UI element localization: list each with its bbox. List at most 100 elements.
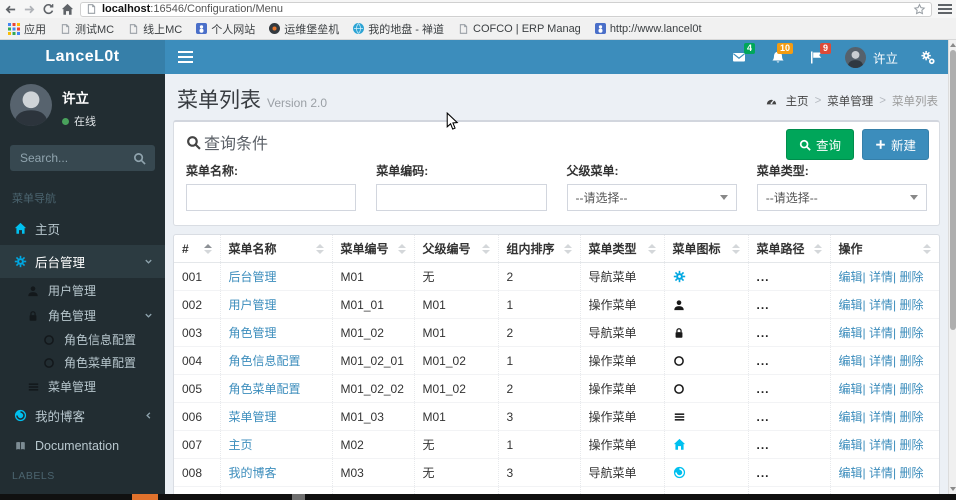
sidebar-item-menu-mgmt[interactable]: 菜单管理 [0, 374, 165, 399]
detail-link[interactable]: 详情 [869, 326, 893, 340]
bookmark-bastion[interactable]: 运维堡垒机 [269, 21, 339, 37]
detail-link[interactable]: 详情 [869, 270, 893, 284]
lock-icon [673, 327, 685, 339]
edit-link[interactable]: 编辑 [839, 382, 863, 396]
sidebar-item-role-mgmt[interactable]: 角色管理 [0, 303, 165, 328]
edit-link[interactable]: 编辑 [839, 354, 863, 368]
edit-link[interactable]: 编辑 [839, 410, 863, 424]
column-header[interactable]: 菜单编号 [331, 235, 414, 263]
sort-icon[interactable] [563, 243, 572, 254]
menu-name-link[interactable]: 主页 [229, 438, 253, 452]
home-toolbar-icon[interactable] [61, 3, 74, 16]
column-header[interactable]: 菜单图标 [663, 235, 748, 263]
sidebar-item-documentation[interactable]: Documentation [0, 432, 165, 460]
delete-link[interactable]: 删除 [899, 382, 923, 396]
sidebar-item-role-menu-config[interactable]: 角色菜单配置 [0, 351, 165, 374]
brand-logo[interactable]: LanceL0t [0, 40, 165, 74]
settings-menu[interactable] [908, 40, 948, 74]
create-button[interactable]: 新建 [861, 129, 929, 160]
sidebar-item-role-info-config[interactable]: 角色信息配置 [0, 328, 165, 351]
sort-icon[interactable] [397, 243, 406, 254]
messages-menu[interactable]: 4 [719, 40, 759, 74]
bookmark-personal-site[interactable]: 个人网站 [196, 21, 255, 37]
sort-icon[interactable] [203, 243, 212, 254]
delete-link[interactable]: 删除 [899, 270, 923, 284]
user-menu[interactable]: 许立 [835, 40, 908, 74]
search-button[interactable]: 查询 [785, 129, 854, 160]
edit-link[interactable]: 编辑 [839, 298, 863, 312]
detail-link[interactable]: 详情 [869, 466, 893, 480]
column-header[interactable]: 操作 [829, 235, 939, 263]
detail-link[interactable]: 详情 [869, 438, 893, 452]
edit-link[interactable]: 编辑 [839, 326, 863, 340]
delete-link[interactable]: 删除 [899, 438, 923, 452]
delete-link[interactable]: 删除 [899, 410, 923, 424]
tasks-menu[interactable]: 9 [797, 40, 835, 74]
column-header[interactable]: 父级编号 [413, 235, 498, 263]
bookmark-test-mc[interactable]: 测试MC [60, 21, 114, 37]
bookmark-star-icon[interactable] [913, 2, 926, 16]
delete-link[interactable]: 删除 [899, 326, 923, 340]
bookmark-label: 应用 [24, 23, 46, 36]
sidebar-item-user-mgmt[interactable]: 用户管理 [0, 278, 165, 303]
detail-link[interactable]: 详情 [869, 382, 893, 396]
cell-menu-type: 操作菜单 [579, 346, 664, 375]
sidebar-item-admin[interactable]: 后台管理 [0, 245, 165, 278]
sort-icon[interactable] [813, 243, 822, 254]
bookmark-online-mc[interactable]: 线上MC [128, 21, 182, 37]
delete-link[interactable]: 删除 [899, 466, 923, 480]
sidebar-item-my-blog[interactable]: 我的博客 [0, 399, 165, 432]
breadcrumb-home[interactable]: 主页 [786, 93, 809, 109]
sidebar-item-home[interactable]: 主页 [0, 212, 165, 245]
menu-name-link[interactable]: 用户管理 [229, 298, 277, 312]
menu-name-input[interactable] [186, 184, 357, 211]
edit-link[interactable]: 编辑 [839, 466, 863, 480]
forward-icon[interactable] [23, 3, 36, 16]
menu-name-link[interactable]: 角色信息配置 [229, 354, 301, 368]
column-header[interactable]: 菜单类型 [579, 235, 664, 263]
sort-icon[interactable] [731, 243, 740, 254]
detail-link[interactable]: 详情 [869, 354, 893, 368]
menu-name-link[interactable]: 我的博客 [229, 466, 277, 480]
search-input[interactable] [11, 151, 133, 165]
bookmark-zentao[interactable]: 我的地盘 - 禅道 [353, 21, 444, 37]
menu-name-link[interactable]: 角色菜单配置 [229, 382, 301, 396]
sort-icon[interactable] [481, 243, 490, 254]
address-bar[interactable]: localhost:16546/Configuration/Menu [80, 1, 932, 17]
menu-type-select[interactable]: --请选择-- [756, 184, 927, 211]
menu-code-input[interactable] [376, 184, 547, 211]
scroll-thumb[interactable] [950, 50, 956, 330]
search-icon[interactable] [133, 152, 154, 165]
sort-icon[interactable] [647, 243, 656, 254]
bookmark-apps[interactable]: 应用 [8, 21, 46, 37]
menu-name-link[interactable]: 后台管理 [229, 270, 277, 284]
parent-menu-select[interactable]: --请选择-- [566, 184, 737, 211]
refresh-icon[interactable] [42, 3, 55, 16]
sidebar-toggle-icon[interactable] [165, 40, 205, 74]
detail-link[interactable]: 详情 [869, 298, 893, 312]
back-icon[interactable] [4, 3, 17, 16]
delete-link[interactable]: 删除 [899, 298, 923, 312]
scroll-down-icon[interactable] [950, 487, 956, 491]
chrome-menu-icon[interactable] [938, 3, 952, 15]
page-scrollbar[interactable] [948, 40, 956, 494]
menu-name-link[interactable]: 菜单管理 [229, 410, 277, 424]
sort-icon[interactable] [923, 243, 931, 254]
scroll-up-icon[interactable] [950, 43, 956, 47]
column-header[interactable]: 菜单路径 [747, 235, 830, 263]
column-header[interactable]: # [174, 235, 220, 263]
detail-link[interactable]: 详情 [869, 410, 893, 424]
notifications-menu[interactable]: 10 [759, 40, 797, 74]
delete-link[interactable]: 删除 [899, 354, 923, 368]
menu-name-link[interactable]: 角色管理 [229, 326, 277, 340]
bookmark-lancel0t[interactable]: http://www.lancel0t [594, 23, 702, 35]
column-header[interactable]: 菜单名称 [219, 235, 332, 263]
edit-link[interactable]: 编辑 [839, 438, 863, 452]
bookmark-cofco-erp[interactable]: COFCO | ERP Manag [458, 23, 581, 35]
table-row: 004 角色信息配置 M01_02_01 M01_02 1 操作菜单... 编辑| 详情| … [174, 346, 939, 375]
sort-icon[interactable] [315, 243, 324, 254]
edit-link[interactable]: 编辑 [839, 270, 863, 284]
breadcrumb-menu-mgmt[interactable]: 菜单管理 [827, 93, 873, 109]
cell-menu-type: 导航菜单 [579, 486, 664, 494]
column-header[interactable]: 组内排序 [497, 235, 580, 263]
